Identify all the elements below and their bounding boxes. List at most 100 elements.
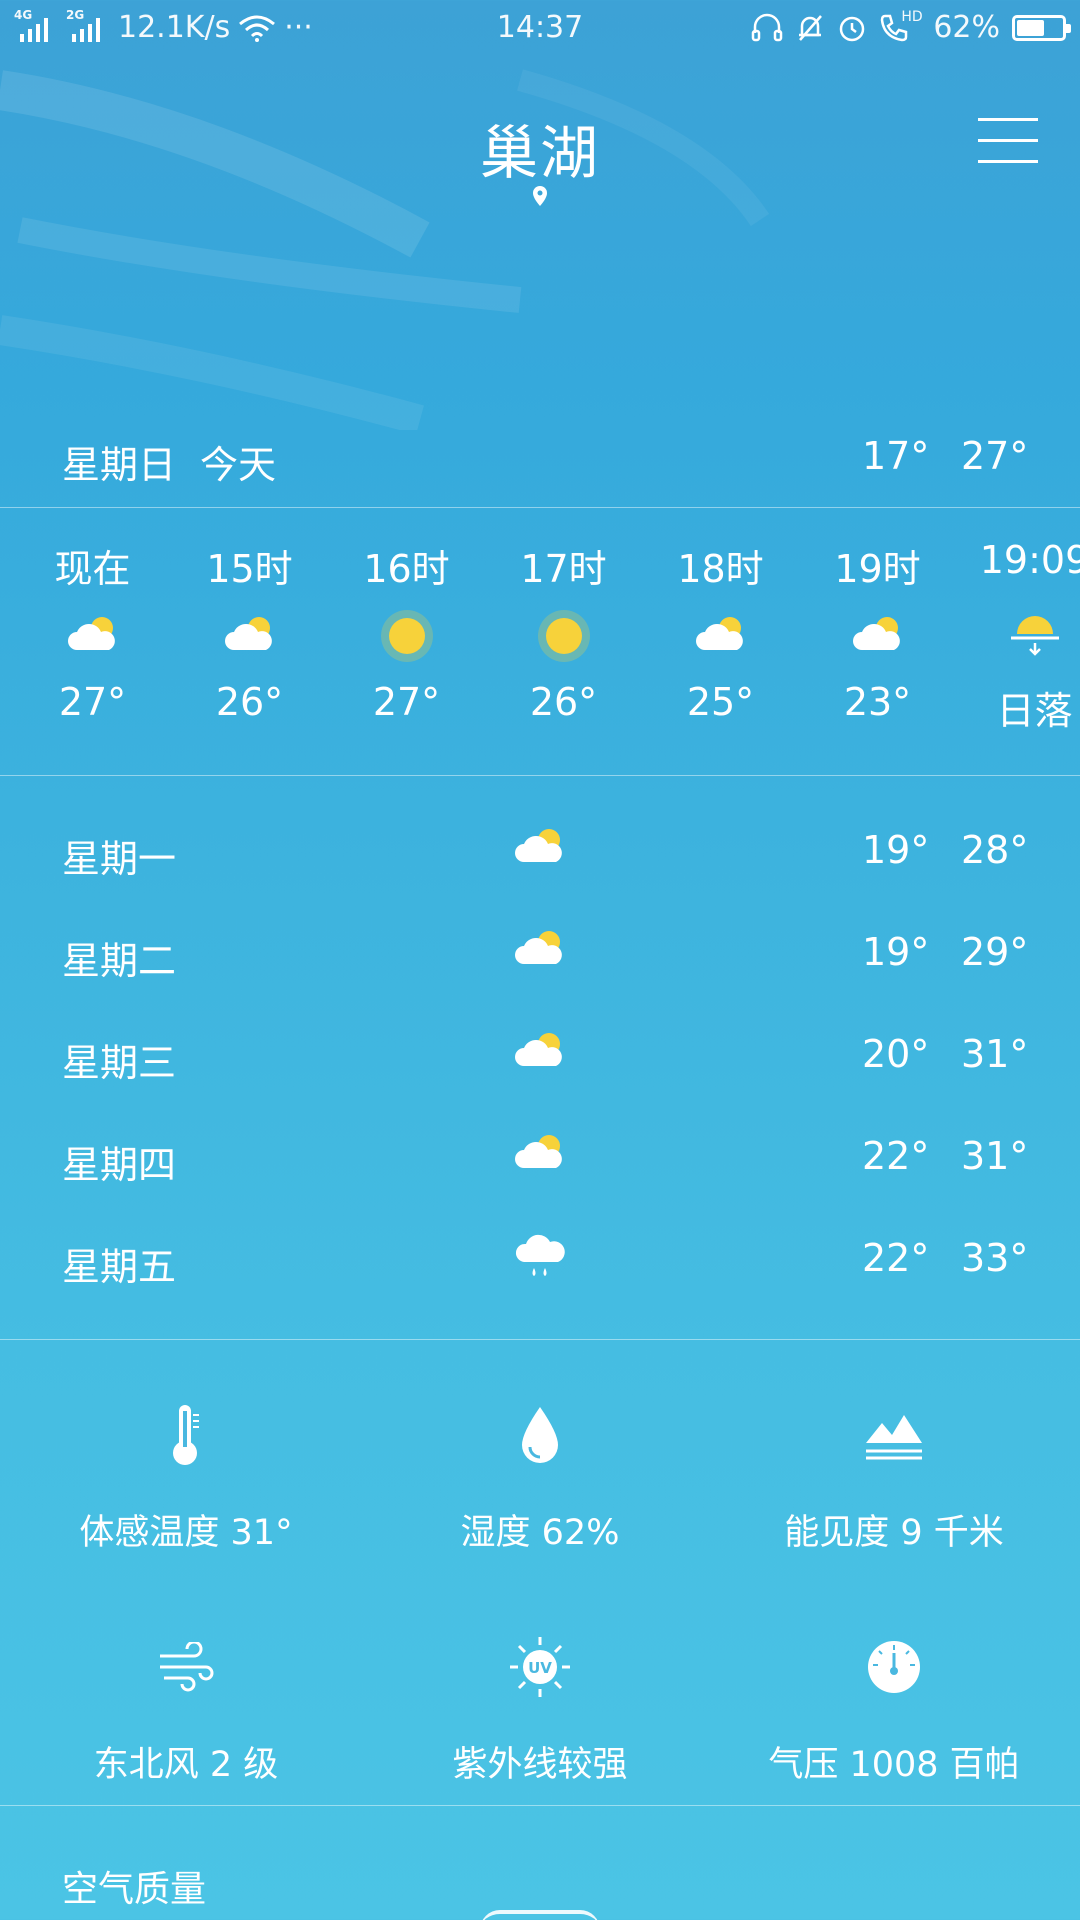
daily-icon [512, 1228, 568, 1293]
uv-text: 紫外线较强 [452, 1745, 628, 1785]
daily-low: 20° [862, 1032, 930, 1076]
hourly-time: 16时 [363, 547, 450, 591]
humidity-cell: 湿度 62% [360, 1390, 720, 1555]
daily-day: 星期二 [62, 939, 177, 983]
hourly-temp: 26° [529, 680, 598, 724]
partly-cloudy-icon [695, 617, 743, 650]
pressure-cell: 气压 1008 百帕 [714, 1622, 1074, 1787]
partly-cloudy-icon [515, 1135, 562, 1168]
sunny-icon [537, 610, 590, 662]
hourly-temp: 日落 [996, 689, 1073, 733]
partly-cloudy-icon [224, 617, 272, 650]
hourly-item: 19:09 日落 [956, 538, 1080, 735]
status-bar: 4G 2G 12.1K/s ··· 14:37 HD 62% [0, 0, 1080, 56]
daily-high: 33° [961, 1236, 1029, 1280]
daily-low: 22° [862, 1134, 930, 1178]
menu-button[interactable] [978, 118, 1038, 168]
daily-low: 19° [862, 930, 930, 974]
uv-icon: UV [510, 1637, 570, 1697]
hourly-item: 16时 27° [328, 538, 485, 724]
hourly-icon [171, 598, 328, 674]
menu-line [978, 118, 1038, 121]
hourly-item: 15时 26° [171, 538, 328, 724]
daily-row[interactable]: 星期三 20° 31° [0, 1006, 1080, 1108]
hourly-item: 现在 27° [14, 538, 171, 724]
daily-row[interactable]: 星期四 22° 31° [0, 1108, 1080, 1210]
daily-row[interactable]: 星期二 19° 29° [0, 904, 1080, 1006]
headset-icon [752, 13, 783, 41]
menu-line [978, 160, 1038, 163]
sunny-icon [380, 610, 433, 662]
hourly-icon [328, 598, 485, 674]
hd-call-indicator: HD [879, 9, 923, 43]
hourly-time: 18时 [677, 547, 764, 591]
hd-label: HD [901, 8, 923, 25]
weather-details: 体感温度 31° 湿度 62% 能见度 9 千米 东北风 2 级 UV 紫外线较… [0, 1340, 1080, 1806]
today-weekday: 星期日 [62, 443, 177, 487]
today-low: 17° [862, 434, 930, 478]
daily-icon [512, 1126, 568, 1191]
hourly-icon [956, 598, 1080, 674]
hourly-item: 18时 25° [642, 538, 799, 724]
hourly-icon [485, 598, 642, 674]
wind-icon [160, 1642, 214, 1692]
hourly-item: 17时 26° [485, 538, 642, 724]
daily-high: 31° [961, 1134, 1029, 1178]
battery-percent: 62% [933, 10, 1000, 45]
uv-badge: UV [528, 1659, 552, 1677]
daily-row[interactable]: 星期五 22° 33° [0, 1210, 1080, 1312]
daily-icon [512, 820, 568, 885]
menu-line [978, 139, 1038, 142]
daily-high: 29° [961, 930, 1029, 974]
today-row: 星期日 今天 17° 27° [0, 428, 1080, 508]
air-quality-gauge [480, 1910, 600, 1920]
hourly-time: 现在 [54, 547, 131, 591]
partly-cloudy-icon [515, 829, 562, 862]
today-label: 今天 [200, 443, 277, 487]
daily-day: 星期五 [62, 1245, 177, 1289]
city-name[interactable]: 巢湖 [0, 106, 1080, 190]
hourly-time: 19时 [834, 547, 921, 591]
hourly-time: 17时 [520, 547, 607, 591]
hourly-forecast[interactable]: 现在 27° 15时 26° 16时 27° 17时 26° 18时 25° 19时 23° 19:09… [0, 508, 1080, 776]
sky-background [0, 69, 770, 430]
visibility-cell: 能见度 9 千米 [714, 1390, 1074, 1555]
daily-forecast: 星期一 19° 28° 星期二 19° 29° 星期三 20° 31° 星期四 22° 31° 星期五 2… [0, 776, 1080, 1340]
partly-cloudy-icon [515, 931, 562, 964]
battery-icon [1012, 14, 1071, 41]
hourly-item: 19时 23° [799, 538, 956, 724]
daily-low: 19° [862, 828, 930, 872]
mountain-icon [866, 1415, 922, 1460]
alarm-icon [840, 16, 865, 41]
thermometer-icon [173, 1405, 199, 1465]
mute-bell-icon [799, 14, 823, 41]
pressure-text: 气压 1008 百帕 [768, 1745, 1020, 1785]
hourly-time: 15时 [206, 547, 293, 591]
daily-day: 星期一 [62, 837, 177, 881]
uv-cell: UV 紫外线较强 [360, 1622, 720, 1787]
hourly-icon [14, 598, 171, 674]
visibility-text: 能见度 9 千米 [784, 1513, 1004, 1553]
location-pin-icon [533, 186, 547, 206]
hourly-icon [642, 598, 799, 674]
partly-cloudy-icon [852, 617, 900, 650]
daily-high: 28° [961, 828, 1029, 872]
wind-text: 东北风 2 级 [93, 1745, 279, 1785]
daily-icon [512, 922, 568, 987]
air-quality-title[interactable]: 空气质量 [62, 1860, 206, 1912]
daily-row[interactable]: 星期一 19° 28° [0, 802, 1080, 904]
today-high: 27° [961, 434, 1029, 478]
wind-cell: 东北风 2 级 [6, 1622, 366, 1787]
hourly-temp: 26° [215, 680, 284, 724]
hourly-icon [799, 598, 956, 674]
partly-cloudy-icon [515, 1033, 562, 1066]
hourly-temp: 23° [843, 680, 912, 724]
droplet-icon [522, 1407, 558, 1463]
hourly-temp: 27° [58, 680, 127, 724]
daily-low: 22° [862, 1236, 930, 1280]
feels-like-text: 体感温度 31° [79, 1513, 293, 1553]
hourly-time: 19:09 [979, 538, 1080, 582]
daily-day: 星期三 [62, 1041, 177, 1085]
partly-cloudy-icon [67, 617, 115, 650]
daily-icon [512, 1024, 568, 1089]
